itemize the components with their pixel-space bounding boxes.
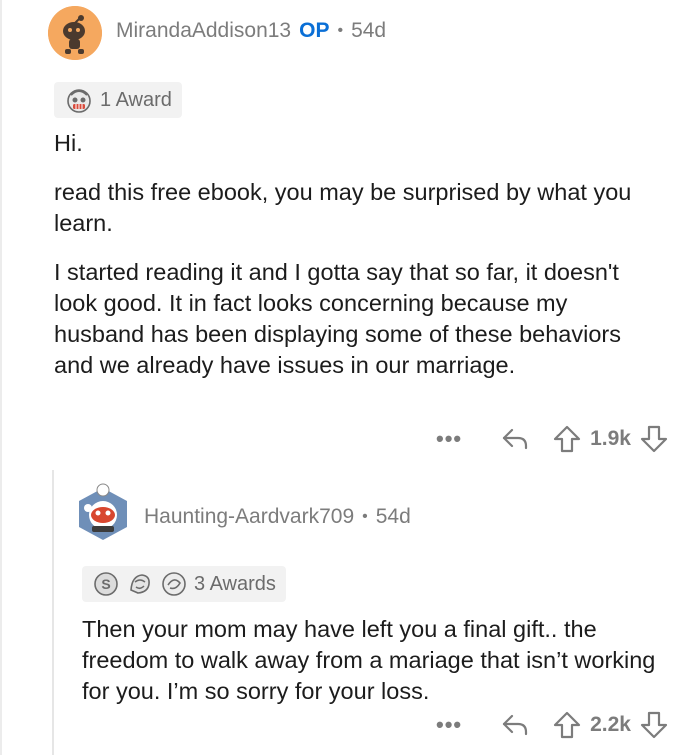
separator: • xyxy=(337,22,344,39)
comment-paragraph: I started reading it and I gotta say tha… xyxy=(54,259,621,378)
comment-meta: Haunting-Aardvark709 • 54d xyxy=(144,505,411,529)
award-chip[interactable]: S 3 Awards xyxy=(82,566,286,602)
vote-score: 1.9k xyxy=(590,427,631,450)
reply-button[interactable] xyxy=(500,426,530,452)
downvote-button[interactable] xyxy=(639,424,669,454)
downvote-icon xyxy=(640,711,668,739)
avatar[interactable] xyxy=(74,482,132,544)
award-chip[interactable]: 1 Award xyxy=(54,82,182,118)
comment-paragraph: Then your mom may have left you a final … xyxy=(82,616,656,704)
upvote-button[interactable] xyxy=(552,710,582,740)
upvote-icon xyxy=(554,425,581,453)
username[interactable]: Haunting-Aardvark709 xyxy=(144,505,354,529)
more-options-button[interactable]: ••• xyxy=(436,712,462,738)
upvote-button[interactable] xyxy=(552,424,582,454)
comment-meta: MirandaAddison13 OP • 54d xyxy=(116,19,386,43)
award-count: 3 Awards xyxy=(194,572,276,595)
comment-actions: ••• 2.2k xyxy=(436,710,669,740)
reply-icon xyxy=(503,428,528,450)
downvote-button[interactable] xyxy=(639,710,669,740)
more-options-button[interactable]: ••• xyxy=(436,426,462,452)
upvote-icon xyxy=(554,711,581,739)
comment-body: Then your mom may have left you a final … xyxy=(82,614,672,725)
timestamp[interactable]: 54d xyxy=(376,505,411,529)
silver-award-icon: S xyxy=(94,572,118,596)
comment-actions: ••• 1.9k xyxy=(436,424,669,454)
timestamp[interactable]: 54d xyxy=(351,19,386,43)
wholesome-award-icon xyxy=(130,574,150,594)
op-badge: OP xyxy=(299,19,330,42)
snoo-avatar-icon xyxy=(48,6,102,60)
thread-line-child[interactable] xyxy=(52,470,54,755)
downvote-icon xyxy=(640,425,668,453)
comment-paragraph: read this free ebook, you may be surpris… xyxy=(54,179,632,236)
snoo-avatar-icon xyxy=(79,483,127,540)
reply-icon xyxy=(503,714,528,736)
award-count: 1 Award xyxy=(100,88,172,111)
helpful-award-icon xyxy=(162,572,186,596)
reply-button[interactable] xyxy=(500,712,530,738)
avatar[interactable] xyxy=(48,6,102,60)
comment-paragraph: Hi. xyxy=(54,130,83,156)
vote-score: 2.2k xyxy=(590,713,631,736)
separator: • xyxy=(362,508,368,525)
award-icon xyxy=(67,89,91,113)
thread-line-parent[interactable] xyxy=(0,0,2,755)
svg-text:S: S xyxy=(101,576,110,592)
username[interactable]: MirandaAddison13 xyxy=(116,19,291,43)
comment-body: Hi. read this free ebook, you may be sur… xyxy=(54,128,664,399)
